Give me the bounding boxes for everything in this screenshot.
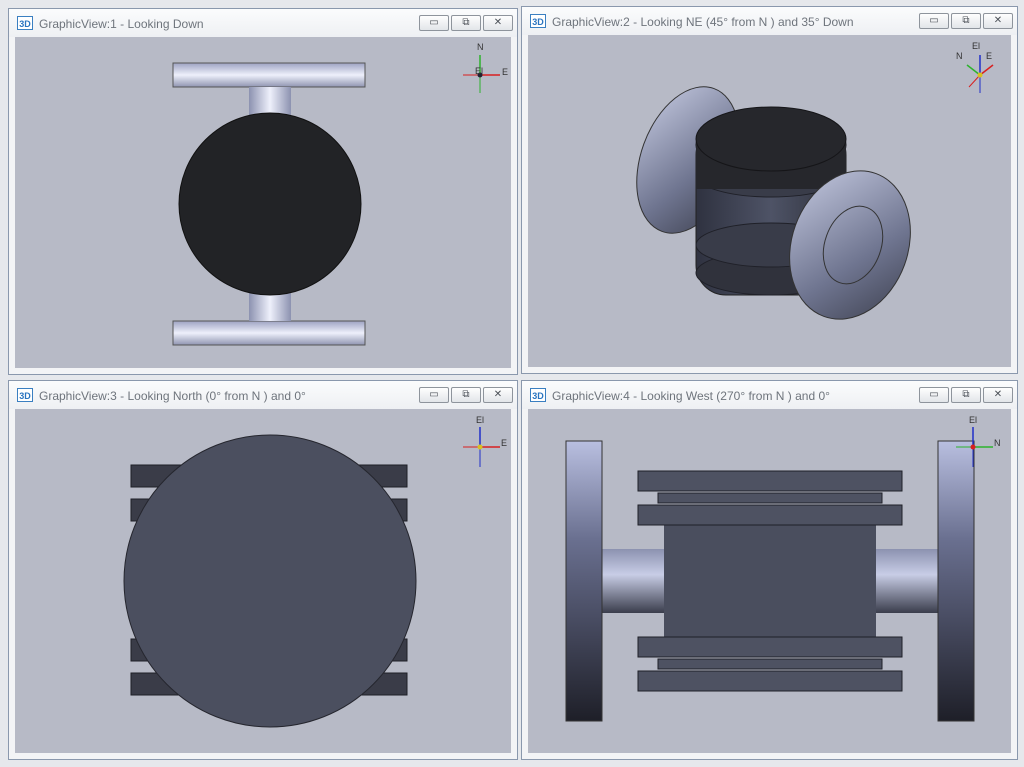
view-1-model	[172, 62, 366, 346]
3d-logo-icon: 3D	[17, 388, 33, 402]
close-button[interactable]: ✕	[483, 15, 513, 31]
view-1-viewport[interactable]: N E El	[15, 37, 511, 368]
3d-logo-icon: 3D	[17, 16, 33, 30]
close-button[interactable]: ✕	[983, 13, 1013, 29]
triad-n-label: N	[956, 51, 963, 61]
view-1-title: GraphicView:1 - Looking Down	[39, 17, 204, 31]
minimize-button[interactable]: ▭	[919, 13, 949, 29]
graphic-view-4[interactable]: 3D GraphicView:4 - Looking West (270° fr…	[521, 380, 1018, 760]
graphic-view-3[interactable]: 3D GraphicView:3 - Looking North (0° fro…	[8, 380, 518, 760]
triad-n-label: N	[994, 438, 1001, 448]
minimize-button[interactable]: ▭	[419, 15, 449, 31]
view-3-titlebar[interactable]: 3D GraphicView:3 - Looking North (0° fro…	[9, 381, 517, 409]
minimize-button[interactable]: ▭	[919, 387, 949, 403]
triad-el-label: El	[475, 66, 484, 76]
view-3-viewport[interactable]: El E	[15, 409, 511, 753]
triad-el-label: El	[972, 41, 981, 51]
minimize-button[interactable]: ▭	[419, 387, 449, 403]
restore-button[interactable]: ⧉	[951, 13, 981, 29]
view-2-titlebar[interactable]: 3D GraphicView:2 - Looking NE (45° from …	[522, 7, 1017, 35]
3d-logo-icon: 3D	[530, 388, 546, 402]
graphic-view-1[interactable]: 3D GraphicView:1 - Looking Down ▭ ⧉ ✕ N …	[8, 8, 518, 375]
view-1-titlebar[interactable]: 3D GraphicView:1 - Looking Down ▭ ⧉ ✕	[9, 9, 517, 37]
triad-e-label: E	[502, 67, 509, 77]
triad-el-label: El	[476, 415, 485, 425]
view-3-model	[123, 434, 417, 728]
orientation-triad-icon	[966, 55, 994, 93]
view-4-model	[565, 440, 975, 722]
view-4-viewport[interactable]: El N	[528, 409, 1011, 753]
view-4-titlebar[interactable]: 3D GraphicView:4 - Looking West (270° fr…	[522, 381, 1017, 409]
view-2-viewport[interactable]: N E El	[528, 35, 1011, 367]
restore-button[interactable]: ⧉	[451, 387, 481, 403]
restore-button[interactable]: ⧉	[951, 387, 981, 403]
close-button[interactable]: ✕	[983, 387, 1013, 403]
triad-n-label: N	[477, 42, 484, 52]
view-3-title: GraphicView:3 - Looking North (0° from N…	[39, 389, 306, 403]
view-2-model	[636, 86, 911, 320]
graphic-view-2[interactable]: 3D GraphicView:2 - Looking NE (45° from …	[521, 6, 1018, 374]
triad-e-label: E	[501, 438, 508, 448]
restore-button[interactable]: ⧉	[451, 15, 481, 31]
triad-e-label: E	[986, 51, 993, 61]
view-4-title: GraphicView:4 - Looking West (270° from …	[552, 389, 830, 403]
close-button[interactable]: ✕	[483, 387, 513, 403]
3d-logo-icon: 3D	[530, 14, 546, 28]
triad-el-label: El	[969, 415, 978, 425]
view-2-title: GraphicView:2 - Looking NE (45° from N )…	[552, 15, 854, 29]
